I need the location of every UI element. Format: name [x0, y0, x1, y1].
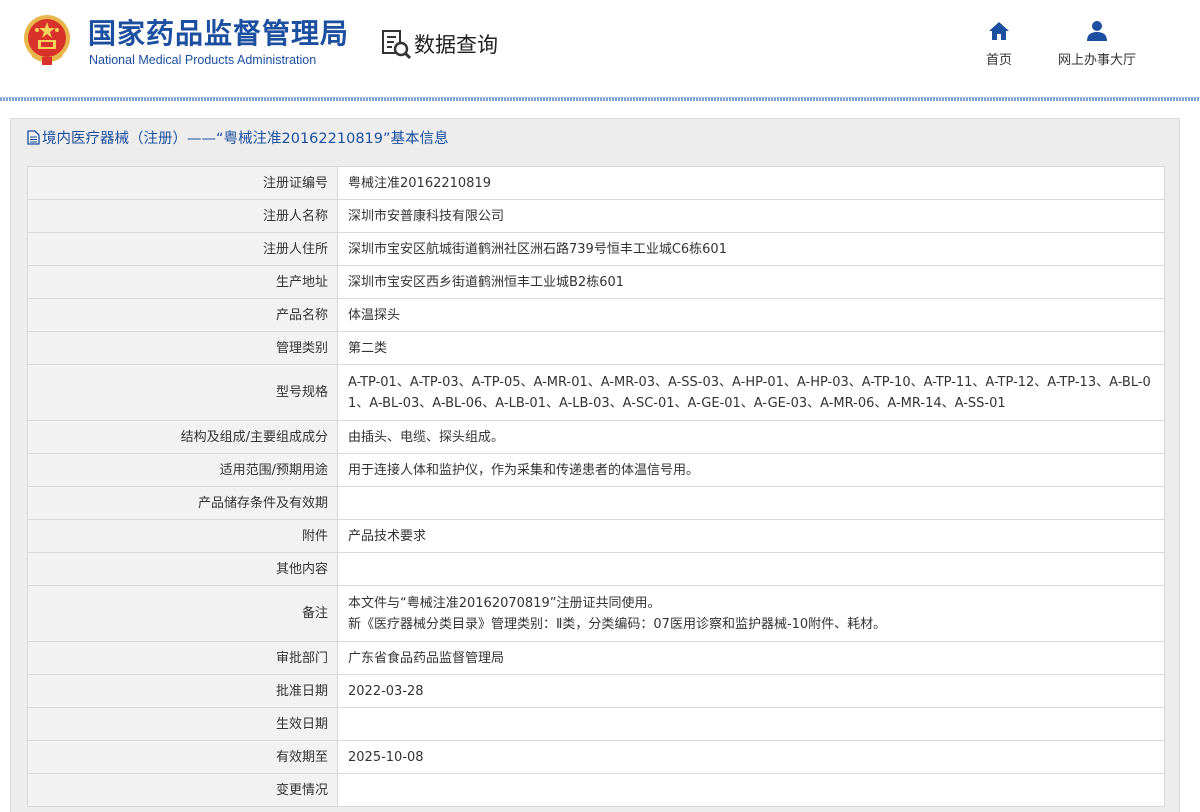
field-label: 产品名称 [27, 298, 338, 332]
field-value: 深圳市宝安区航城街道鹤洲社区洲石路739号恒丰工业城C6栋601 [337, 232, 1165, 266]
table-row: 生产地址 深圳市宝安区西乡街道鹤洲恒丰工业城B2栋601 [27, 265, 1165, 299]
panel-title-text: 境内医疗器械（注册）——“粤械注准20162210819”基本信息 [42, 130, 449, 147]
table-row: 变更情况 [27, 773, 1165, 807]
field-value [337, 773, 1165, 807]
field-label: 审批部门 [27, 641, 338, 675]
field-value: 深圳市安普康科技有限公司 [337, 199, 1165, 233]
table-row: 管理类别 第二类 [27, 331, 1165, 365]
field-value: 2025-10-08 [337, 740, 1165, 774]
table-row: 其他内容 [27, 552, 1165, 586]
home-icon [989, 22, 1009, 40]
site-header: 国家药品监督管理局 National Medical Products Admi… [0, 0, 1200, 98]
field-value: 用于连接人体和监护仪，作为采集和传递患者的体温信号用。 [337, 453, 1165, 487]
field-value: 2022-03-28 [337, 674, 1165, 708]
field-value: 产品技术要求 [337, 519, 1165, 553]
table-row: 结构及组成/主要组成成分 由插头、电缆、探头组成。 [27, 420, 1165, 454]
field-label: 附件 [27, 519, 338, 553]
field-label: 注册人名称 [27, 199, 338, 233]
field-label: 注册人住所 [27, 232, 338, 266]
field-label: 生产地址 [27, 265, 338, 299]
document-search-icon [382, 30, 412, 60]
document-icon [27, 129, 40, 145]
nav-online-hall[interactable]: 网上办事大厅 [1058, 20, 1136, 68]
field-label: 批准日期 [27, 674, 338, 708]
table-row: 产品名称 体温探头 [27, 298, 1165, 332]
remark-line-1: 本文件与“粤械注准20162070819”注册证共同使用。 [348, 595, 661, 611]
table-row: 注册人住所 深圳市宝安区航城街道鹤洲社区洲石路739号恒丰工业城C6栋601 [27, 232, 1165, 266]
registration-info-table: 注册证编号 粤械注准20162210819 注册人名称 深圳市安普康科技有限公司… [27, 166, 1165, 807]
field-value: 由插头、电缆、探头组成。 [337, 420, 1165, 454]
field-value [337, 552, 1165, 586]
nav-home[interactable]: 首页 [986, 20, 1012, 68]
field-label: 变更情况 [27, 773, 338, 807]
table-row: 产品储存条件及有效期 [27, 486, 1165, 520]
site-title-en: National Medical Products Administration [89, 53, 317, 67]
field-label: 管理类别 [27, 331, 338, 365]
field-label: 其他内容 [27, 552, 338, 586]
nav-online-hall-label: 网上办事大厅 [1058, 53, 1137, 68]
remark-line-2: 新《医疗器械分类目录》管理类别：Ⅱ类，分类编码：07医用诊察和监护器械-10附件… [348, 616, 887, 632]
field-value: 粤械注准20162210819 [337, 166, 1165, 200]
field-label: 备注 [27, 585, 338, 642]
table-row: 注册人名称 深圳市安普康科技有限公司 [27, 199, 1165, 233]
table-row: 生效日期 [27, 707, 1165, 741]
detail-panel: 境内医疗器械（注册）——“粤械注准20162210819”基本信息 注册证编号 … [10, 118, 1180, 812]
field-label: 生效日期 [27, 707, 338, 741]
field-value [337, 486, 1165, 520]
table-row: 有效期至 2025-10-08 [27, 740, 1165, 774]
table-row: 适用范围/预期用途 用于连接人体和监护仪，作为采集和传递患者的体温信号用。 [27, 453, 1165, 487]
table-row: 注册证编号 粤械注准20162210819 [27, 166, 1165, 200]
panel-title: 境内医疗器械（注册）——“粤械注准20162210819”基本信息 [27, 127, 449, 147]
field-value: 广东省食品药品监督管理局 [337, 641, 1165, 675]
field-label: 有效期至 [27, 740, 338, 774]
table-row: 审批部门 广东省食品药品监督管理局 [27, 641, 1165, 675]
table-row: 型号规格 A-TP-01、A-TP-03、A-TP-05、A-MR-01、A-M… [27, 364, 1165, 421]
field-label: 注册证编号 [27, 166, 338, 200]
data-query-link[interactable]: 数据查询 [380, 28, 498, 60]
data-query-label: 数据查询 [414, 33, 498, 57]
nav-home-label: 首页 [986, 53, 1013, 68]
field-label: 适用范围/预期用途 [27, 453, 338, 487]
field-value: 体温探头 [337, 298, 1165, 332]
field-label: 产品储存条件及有效期 [27, 486, 338, 520]
field-value: 本文件与“粤械注准20162070819”注册证共同使用。 新《医疗器械分类目录… [337, 585, 1165, 642]
national-emblem-icon [24, 15, 70, 65]
field-value: 第二类 [337, 331, 1165, 365]
user-icon [1087, 21, 1107, 41]
table-row: 备注 本文件与“粤械注准20162070819”注册证共同使用。 新《医疗器械分… [27, 585, 1165, 642]
site-title-cn: 国家药品监督管理局 [88, 17, 350, 50]
field-label: 结构及组成/主要组成成分 [27, 420, 338, 454]
header-divider [0, 97, 1200, 101]
table-row: 附件 产品技术要求 [27, 519, 1165, 553]
field-value [337, 707, 1165, 741]
table-row: 批准日期 2022-03-28 [27, 674, 1165, 708]
field-label: 型号规格 [27, 364, 338, 421]
field-value: 深圳市宝安区西乡街道鹤洲恒丰工业城B2栋601 [337, 265, 1165, 299]
field-value: A-TP-01、A-TP-03、A-TP-05、A-MR-01、A-MR-03、… [337, 364, 1165, 421]
